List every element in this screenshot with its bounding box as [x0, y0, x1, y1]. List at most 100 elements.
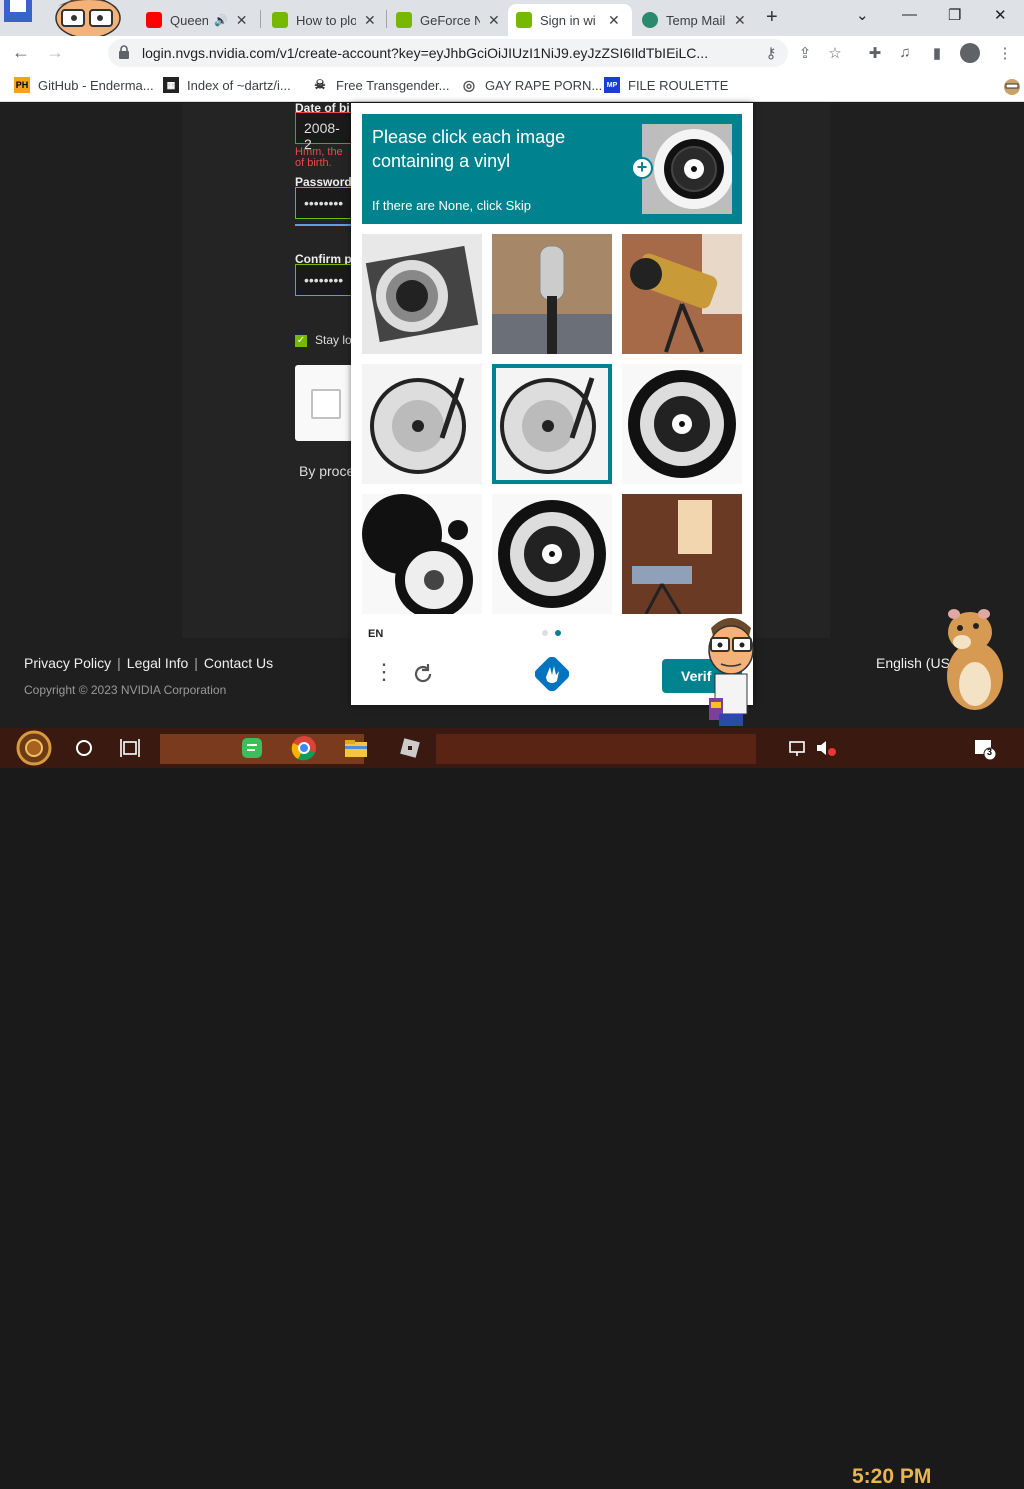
task-view-icon[interactable] [116, 734, 144, 762]
tab-strip: Queen 🔊 ✕ How to plo ✕ GeForce N ✕ Sign … [0, 0, 1024, 39]
password-input[interactable]: •••••••• [295, 187, 355, 219]
speaker-icon[interactable]: 🔊 [214, 14, 228, 27]
captcha-tile-1[interactable] [362, 234, 482, 354]
stay-logged-in-checkbox[interactable]: ✓ [295, 335, 307, 347]
ph-icon: PH [14, 77, 30, 93]
captcha-language[interactable]: EN [368, 628, 383, 640]
captcha-tile-2[interactable] [492, 234, 612, 354]
notification-center-icon[interactable]: 3 [970, 734, 998, 762]
minimize-button[interactable]: — [902, 6, 917, 23]
dob-input[interactable]: 2008-2 [295, 112, 355, 152]
page-dot [542, 630, 548, 636]
tab-sign-in[interactable]: Sign in wi ✕ [508, 4, 632, 36]
recaptcha-widget [295, 365, 355, 441]
captcha-skip-hint: If there are None, click Skip [372, 198, 531, 213]
footer-links: Privacy Policy | Legal Info | Contact Us [24, 655, 274, 671]
new-tab-button[interactable]: + [766, 6, 778, 29]
cartoon-sticker [705, 612, 757, 728]
captcha-tile-7[interactable] [362, 494, 482, 614]
file-roulette-icon: MP [604, 77, 620, 93]
refresh-icon[interactable] [411, 662, 435, 691]
nvidia-icon [272, 12, 288, 28]
terms-text: By proce [299, 463, 355, 479]
profile-mascot [0, 0, 130, 39]
menu-dots-icon[interactable]: ⋮ [373, 661, 395, 683]
stay-logged-in-label: Stay lo [315, 333, 352, 347]
tab-title: Sign in wi [540, 12, 596, 28]
cortana-icon[interactable] [70, 734, 98, 762]
privacy-policy-link[interactable]: Privacy Policy [24, 655, 111, 671]
start-orb-icon[interactable] [12, 730, 56, 766]
captcha-tile-6[interactable] [622, 364, 742, 484]
close-window-button[interactable]: ✕ [994, 6, 1007, 24]
index-icon: ▦ [163, 77, 179, 93]
password-strength-bar [295, 224, 351, 226]
taskbar: 5:20 PM 3 [0, 728, 1024, 1488]
contact-us-link[interactable]: Contact Us [204, 655, 273, 671]
taskbar-app-strip [436, 734, 756, 764]
captcha-tile-9[interactable] [622, 494, 742, 614]
bookmarks-bar: PH GitHub - Enderma... ▦ Index of ~dartz… [0, 70, 1024, 102]
bookmark-file-roulette[interactable]: MP FILE ROULETTE [604, 77, 728, 93]
bookmark-label: Free Transgender... [336, 77, 450, 93]
close-icon[interactable]: ✕ [488, 12, 500, 29]
tab-geforce[interactable]: GeForce N ✕ [388, 4, 508, 36]
tab-youtube[interactable]: Queen 🔊 ✕ [138, 4, 255, 36]
bookmark-label: Index of ~dartz/i... [187, 77, 291, 93]
taskbar-clock[interactable]: 5:20 PM [852, 1465, 931, 1489]
chrome-icon[interactable] [290, 734, 318, 762]
captcha-tile-4[interactable] [362, 364, 482, 484]
notes-app-icon[interactable] [238, 734, 266, 762]
close-icon[interactable]: ✕ [734, 12, 746, 29]
network-icon[interactable] [784, 734, 812, 762]
roblox-icon[interactable] [396, 734, 424, 762]
captcha-prompt: Please click each image containing a vin… [372, 127, 566, 171]
back-icon[interactable]: ← [12, 42, 30, 63]
url-text[interactable]: login.nvgs.nvidia.com/v1/create-account?… [142, 45, 752, 61]
forward-icon[interactable]: → [46, 42, 64, 63]
bookmark-free[interactable]: ☠ Free Transgender... [312, 77, 449, 93]
bookmark-label: GAY RAPE PORN... [485, 77, 603, 93]
lock-icon[interactable] [118, 45, 130, 59]
add-example-icon[interactable]: + [631, 157, 653, 179]
language-selector[interactable]: English (US [876, 655, 950, 671]
confirm-password-input[interactable]: •••••••• [295, 264, 355, 296]
bookmark-label: GitHub - Enderma... [38, 77, 154, 93]
skull-icon: ☠ [314, 77, 326, 92]
share-icon[interactable]: ⇪ [796, 44, 814, 62]
tab-how-to-plot[interactable]: How to plo ✕ [264, 4, 384, 36]
captcha-tile-3[interactable] [622, 234, 742, 354]
close-icon[interactable]: ✕ [608, 12, 620, 29]
page-dot-active [555, 630, 561, 636]
bookmark-github[interactable]: PH GitHub - Enderma... [14, 77, 154, 93]
tab-temp-mail[interactable]: Temp Mail ✕ [634, 4, 754, 36]
key-icon[interactable]: ⚷ [762, 44, 780, 62]
bookmark-globe[interactable]: ◎ GAY RAPE PORN... [461, 77, 602, 93]
maximize-button[interactable]: ❐ [948, 6, 961, 24]
bookmark-star-icon[interactable]: ☆ [826, 44, 844, 62]
menu-icon[interactable]: ⋮ [996, 44, 1014, 62]
extension-mascot-icon[interactable] [1002, 76, 1022, 98]
legal-info-link[interactable]: Legal Info [127, 655, 189, 671]
volume-muted-icon[interactable] [812, 734, 840, 762]
captcha-tile-8[interactable] [492, 494, 612, 614]
profile-avatar-icon[interactable] [960, 43, 980, 63]
close-icon[interactable]: ✕ [364, 12, 376, 29]
media-control-icon[interactable]: ♫ [896, 44, 914, 62]
extensions-icon[interactable]: ✚ [866, 44, 884, 62]
captcha-checkbox[interactable] [311, 389, 341, 419]
side-panel-icon[interactable]: ▮ [928, 44, 946, 62]
captcha-tile-5[interactable] [492, 364, 612, 484]
nvidia-icon [396, 12, 412, 28]
bookmark-label: FILE ROULETTE [628, 77, 729, 93]
close-icon[interactable]: ✕ [236, 12, 248, 29]
tab-search-button[interactable]: ⌄ [856, 6, 869, 24]
hcaptcha-challenge: Please click each image containing a vin… [351, 103, 754, 726]
file-explorer-icon[interactable] [342, 734, 370, 762]
bookmark-index[interactable]: ▦ Index of ~dartz/i... [163, 77, 291, 93]
dob-error-2: of birth. [295, 157, 332, 169]
address-bar[interactable]: login.nvgs.nvidia.com/v1/create-account?… [108, 39, 788, 67]
captcha-header: Please click each image containing a vin… [362, 114, 742, 224]
tab-title: Temp Mail [666, 12, 726, 28]
tempmail-icon [642, 12, 658, 28]
